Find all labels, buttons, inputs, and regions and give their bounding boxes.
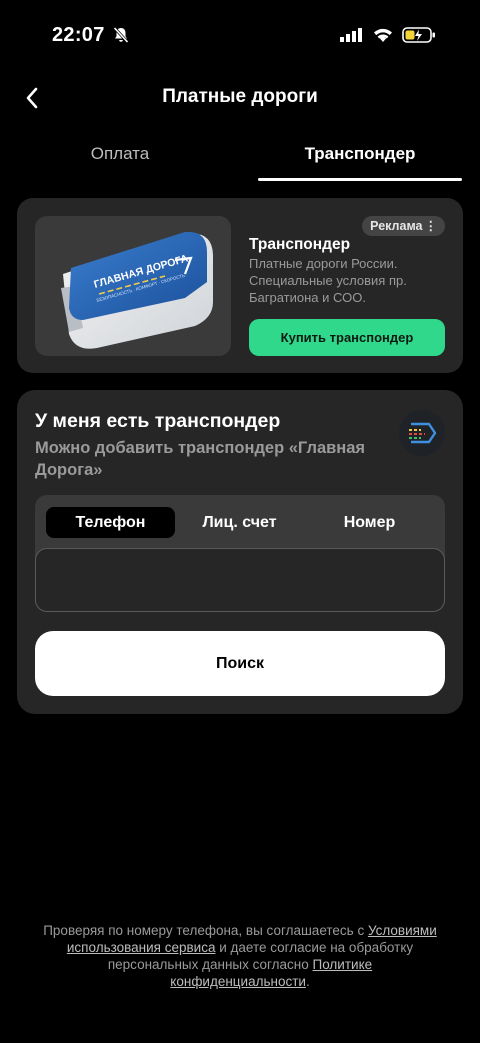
ad-badge[interactable]: Реклама ⋮ <box>362 216 445 236</box>
consent-text-part-1: Проверяя по номеру телефона, вы соглашае… <box>43 923 368 938</box>
transponder-device-illustration: ГЛАВНАЯ ДОРОГА БЕЗОПАСНОСТЬ · КОМФОРТ · … <box>61 231 213 349</box>
bell-muted-icon <box>113 26 129 44</box>
card-subtitle: Можно добавить транспондер «Главная Доро… <box>35 439 366 479</box>
glavnaya-doroga-logo-icon <box>399 410 445 456</box>
ad-card[interactable]: ГЛАВНАЯ ДОРОГА БЕЗОПАСНОСТЬ · КОМФОРТ · … <box>17 198 463 373</box>
segment-number[interactable]: Номер <box>304 507 435 538</box>
segment-account[interactable]: Лиц. счет <box>175 507 304 538</box>
transponder-card: У меня есть транспондер Можно добавить т… <box>17 390 463 714</box>
buy-transponder-button[interactable]: Купить транспондер <box>249 319 445 356</box>
page-title: Платные дороги <box>162 86 318 107</box>
card-title: У меня есть транспондер <box>35 410 281 432</box>
phone-input[interactable] <box>35 548 445 612</box>
more-dots-icon: ⋮ <box>424 219 438 233</box>
segment-phone[interactable]: Телефон <box>46 507 175 538</box>
status-time: 22:07 <box>52 24 105 46</box>
transponder-device-image: ГЛАВНАЯ ДОРОГА БЕЗОПАСНОСТЬ · КОМФОРТ · … <box>35 216 231 356</box>
ad-description: Платные дороги России. Специальные услов… <box>249 256 407 305</box>
ad-badge-label: Реклама <box>370 219 423 233</box>
battery-charging-icon <box>402 27 435 43</box>
tab-active-indicator <box>258 178 462 181</box>
ad-title: Транспондер <box>249 236 351 253</box>
tab-payment[interactable]: Оплата <box>18 130 222 180</box>
tab-transponder[interactable]: Транспондер <box>258 130 462 180</box>
tab-bar: Оплата Транспондер <box>0 130 480 182</box>
search-button[interactable]: Поиск <box>35 631 445 696</box>
consent-text: Проверяя по номеру телефона, вы соглашае… <box>40 922 440 990</box>
wifi-icon <box>374 28 392 42</box>
signal-icon <box>340 28 362 42</box>
status-bar: 22:07 <box>0 0 480 70</box>
search-type-selector: Телефон Лиц. счет Номер <box>35 495 445 612</box>
consent-text-part-3: . <box>305 974 310 989</box>
